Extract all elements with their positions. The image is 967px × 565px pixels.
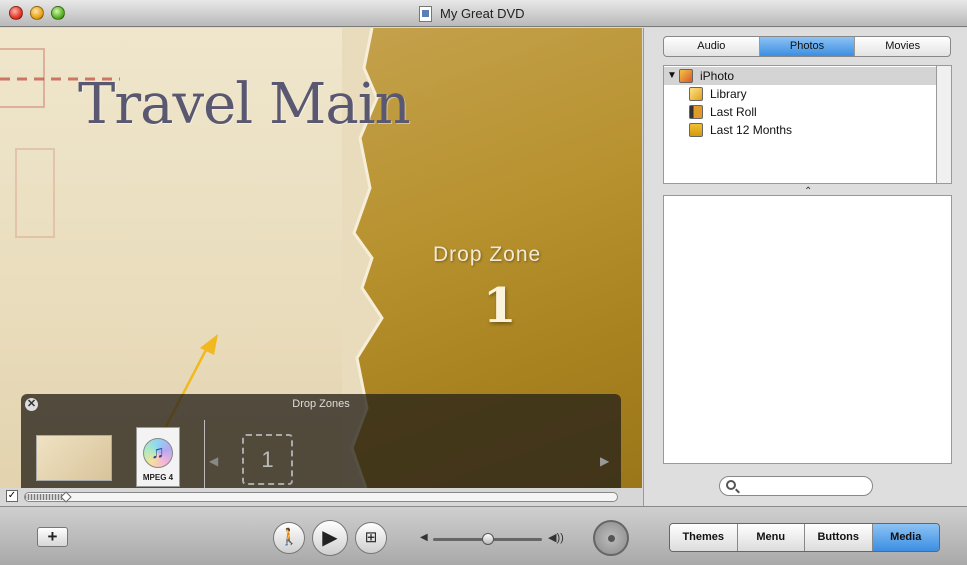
iphoto-icon (679, 69, 693, 83)
disclosure-triangle-icon[interactable]: ▼ (667, 67, 677, 85)
window-close-button[interactable] (9, 6, 23, 20)
menu-title[interactable]: Travel Main (78, 72, 411, 137)
media-sidebar: Audio Photos Movies ▼ iPhoto Library Las… (643, 28, 967, 506)
source-item-label: Library (710, 87, 747, 101)
source-item-label: Last 12 Months (710, 123, 793, 137)
source-list-scrollbar[interactable] (937, 65, 952, 184)
window-minimize-button[interactable] (30, 6, 44, 20)
map-icon: ⊞ (364, 529, 378, 546)
source-item-label: Last Roll (710, 105, 757, 119)
tab-themes[interactable]: Themes (670, 524, 738, 551)
motion-scrubber-row: ✓ (0, 488, 642, 506)
menu-preview-canvas[interactable]: Travel Main Drop Zone 1 ✕ Drop Zones bac… (0, 28, 642, 506)
search-icon (726, 480, 736, 490)
motion-scrubber[interactable] (24, 491, 618, 503)
tab-buttons[interactable]: Buttons (805, 524, 873, 551)
play-button[interactable]: ▶ (312, 520, 348, 556)
window-zoom-button[interactable] (51, 6, 65, 20)
volume-high-icon: ◀)) (548, 532, 564, 544)
photo-library-icon (689, 87, 703, 101)
background-thumbnail[interactable] (36, 435, 112, 481)
photo-source-list: ▼ iPhoto Library Last Roll Last 12 Month… (663, 65, 937, 184)
photo-browser-area[interactable] (663, 195, 952, 464)
window-title: My Great DVD (440, 6, 525, 21)
source-item-last-12-months[interactable]: Last 12 Months (664, 121, 936, 139)
document-icon (419, 6, 432, 22)
mode-tabs: Themes Menu Buttons Media (669, 523, 940, 552)
tab-menu[interactable]: Menu (737, 524, 805, 551)
film-roll-icon (689, 105, 703, 119)
tab-media[interactable]: Media (872, 524, 939, 551)
play-icon: ▶ (322, 527, 338, 549)
bottom-toolbar: + 🚶 ▶ ⊞ ◀ ◀)) Themes Menu Buttons Media (0, 506, 967, 565)
tab-photos[interactable]: Photos (759, 37, 856, 56)
mpeg4-audio-file-icon[interactable]: ♫ MPEG 4 (136, 427, 180, 487)
tab-movies[interactable]: Movies (855, 37, 950, 56)
motion-button[interactable]: 🚶 (273, 522, 305, 554)
scrubber-playhead[interactable] (60, 491, 73, 503)
next-arrow-icon[interactable]: ▶ (600, 454, 609, 468)
audio-file-type: MPEG 4 (142, 473, 174, 482)
search-input[interactable] (719, 476, 873, 496)
volume-slider-knob[interactable] (481, 533, 494, 545)
music-note-icon: ♫ (151, 442, 165, 462)
drop-zone-label[interactable]: Drop Zone (433, 243, 541, 267)
tab-audio[interactable]: Audio (664, 37, 760, 56)
source-item-iphoto[interactable]: ▼ iPhoto (664, 67, 936, 85)
volume-low-icon: ◀ (420, 532, 428, 543)
walking-person-icon: 🚶 (279, 529, 299, 546)
motion-checkbox[interactable]: ✓ (6, 490, 18, 502)
media-type-tabs: Audio Photos Movies (663, 36, 951, 57)
drop-zone-number[interactable]: 1 (483, 278, 516, 334)
source-item-library[interactable]: Library (664, 85, 936, 103)
burn-button[interactable] (593, 520, 629, 556)
drop-zone-slot[interactable]: 1 (242, 434, 293, 485)
calendar-icon (689, 123, 703, 137)
previous-arrow-icon[interactable]: ◀ (209, 454, 218, 468)
add-button[interactable]: + (37, 527, 68, 547)
title-bar: My Great DVD (0, 0, 967, 27)
postage-stamp-decoration (15, 148, 55, 238)
background-window-edge (612, 0, 967, 5)
drop-zones-panel-title: Drop Zones (292, 398, 350, 410)
map-view-button[interactable]: ⊞ (355, 522, 387, 554)
source-item-label: iPhoto (700, 69, 735, 83)
source-item-last-roll[interactable]: Last Roll (664, 103, 936, 121)
